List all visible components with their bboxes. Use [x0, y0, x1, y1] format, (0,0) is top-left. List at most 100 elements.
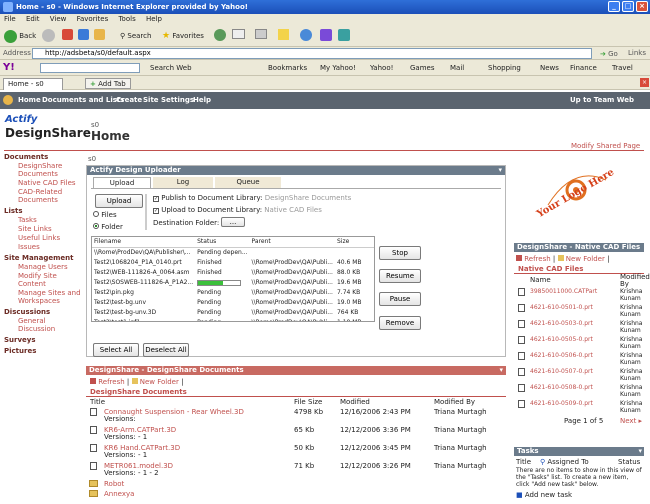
history-icon[interactable]: [214, 29, 226, 41]
yahoo-finance[interactable]: Finance: [570, 60, 597, 76]
radio-folder[interactable]: Folder: [93, 223, 123, 231]
favorites-button[interactable]: ★ Favorites: [162, 29, 204, 43]
back-button[interactable]: Back: [4, 29, 36, 43]
tab-queue[interactable]: Queue: [215, 177, 281, 188]
sidebar-item[interactable]: Manage Users: [4, 263, 82, 271]
file-row[interactable]: Test2\test-bg-unv.3D Pending \\Rome\ProdDe…: [92, 308, 374, 318]
cad-next-link[interactable]: Next ▸: [620, 417, 642, 425]
yahoo-home[interactable]: Yahoo!: [370, 60, 393, 76]
folder-row[interactable]: Robot: [86, 479, 506, 489]
yahoo-my-yahoo[interactable]: My Yahoo!: [320, 60, 356, 76]
sidebar-item[interactable]: CAD-Related Documents: [4, 188, 82, 204]
remove-button[interactable]: Remove: [379, 316, 421, 330]
resume-button[interactable]: Resume: [379, 269, 421, 283]
add-new-task-link[interactable]: ■ Add new task: [516, 491, 572, 499]
cad-file-name[interactable]: 39850011000.CATPart: [530, 288, 597, 295]
nav-documents-lists[interactable]: Documents and Lists: [42, 92, 124, 109]
maximize-button[interactable]: □: [622, 1, 634, 12]
folder-name[interactable]: Annexya: [104, 490, 134, 498]
file-row[interactable]: Test2\pin.pkg Pending \\Rome\ProdDev\QA\Pu…: [92, 288, 374, 298]
forward-arrow-icon[interactable]: [42, 29, 55, 42]
menu-view[interactable]: View: [50, 15, 67, 23]
docs-new-folder-link[interactable]: New Folder: [140, 378, 179, 386]
chevron-down-icon[interactable]: ▾: [499, 366, 503, 375]
sidebar-heading[interactable]: Documents: [4, 153, 82, 161]
deselect-all-button[interactable]: Deselect All: [143, 343, 189, 357]
nav-home[interactable]: Home: [18, 92, 41, 109]
yahoo-mail[interactable]: Mail: [450, 60, 464, 76]
yahoo-news[interactable]: News: [540, 60, 559, 76]
sidebar-item[interactable]: DesignShare Documents: [4, 162, 82, 178]
document-row[interactable]: Connaught Suspension - Rear Wheel.3D Vers…: [86, 407, 506, 424]
radio-files[interactable]: Files: [93, 211, 117, 219]
document-row[interactable]: KR6 Hand.CATPart.3D Versions: - 1 50 Kb 12/…: [86, 443, 506, 460]
yahoo-travel[interactable]: Travel: [612, 60, 633, 76]
cad-file-row[interactable]: 4621-610-0509-0.prt Krishna Kunam: [516, 399, 646, 415]
yahoo-shopping[interactable]: Shopping: [488, 60, 521, 76]
tab-upload[interactable]: Upload: [93, 177, 151, 188]
sidebar-item[interactable]: Manage Sites and Workspaces: [4, 289, 82, 305]
cad-file-row[interactable]: 4621-610-0501-0.prt Krishna Kunam: [516, 303, 646, 319]
research-icon[interactable]: [320, 29, 332, 41]
folder-name[interactable]: Robot: [104, 480, 124, 488]
upload-button[interactable]: Upload: [95, 194, 143, 208]
file-row[interactable]: Test2\SOSWEB-111826-A_P1A2... \\Rome\Prod…: [92, 278, 374, 288]
cad-file-row[interactable]: 4621-610-0506-0.prt Krishna Kunam: [516, 351, 646, 367]
address-input[interactable]: http://adsbeta/s0/default.aspx: [32, 48, 592, 59]
yahoo-search-input[interactable]: [40, 63, 140, 73]
pause-button[interactable]: Pause: [379, 292, 421, 306]
yahoo-search-web-button[interactable]: Search Web: [150, 60, 192, 76]
file-row[interactable]: Test2\1068204_P1A_0140.prt Finished \\Rome…: [92, 258, 374, 268]
menu-tools[interactable]: Tools: [118, 15, 135, 23]
nav-create[interactable]: Create: [116, 92, 142, 109]
tab-log[interactable]: Log: [153, 177, 213, 188]
cad-file-name[interactable]: 4621-610-0509-0.prt: [530, 400, 593, 407]
yahoo-logo-icon[interactable]: Y!: [3, 60, 15, 76]
add-tab-button[interactable]: + Add Tab: [85, 78, 131, 89]
cad-file-name[interactable]: 4621-610-0503-0.prt: [530, 320, 593, 327]
file-row[interactable]: Test2\WEB-111826-A_0064.asm Finished \\Rom…: [92, 268, 374, 278]
tab-home[interactable]: Home - s0: [3, 78, 63, 90]
messenger-icon[interactable]: [300, 29, 312, 41]
select-all-button[interactable]: Select All: [93, 343, 139, 357]
sidebar-item[interactable]: Modify Site Content: [4, 272, 82, 288]
chevron-down-icon[interactable]: ▾: [498, 166, 502, 175]
sidebar-heading[interactable]: Discussions: [4, 308, 82, 316]
modify-shared-page-link[interactable]: Modify Shared Page: [571, 142, 640, 150]
menu-file[interactable]: File: [4, 15, 16, 23]
chevron-down-icon[interactable]: ▾: [638, 447, 642, 456]
sidebar-heading[interactable]: Lists: [4, 207, 82, 215]
document-row[interactable]: METR061.model.3D Versions: - 1 - 2 71 Kb 12…: [86, 461, 506, 478]
cad-file-row[interactable]: 4621-610-0507-0.prt Krishna Kunam: [516, 367, 646, 383]
file-row[interactable]: \\Rome\ProdDev\QA\Publisher\... Pending d…: [92, 248, 374, 259]
sidebar-item[interactable]: Useful Links: [4, 234, 82, 242]
sidebar-heading[interactable]: Surveys: [4, 336, 82, 344]
sidebar-item[interactable]: Issues: [4, 243, 82, 251]
document-row[interactable]: KR6-Arm.CATPart.3D Versions: - 1 65 Kb 12/1…: [86, 425, 506, 442]
folder-row[interactable]: Annexya: [86, 489, 506, 499]
yahoo-games[interactable]: Games: [410, 60, 435, 76]
print-icon[interactable]: [255, 29, 267, 39]
edit-icon[interactable]: [278, 29, 289, 40]
cad-file-name[interactable]: 4621-610-0505-0.prt: [530, 336, 593, 343]
file-row[interactable]: Test2\test-bg.unv Pending \\Rome\ProdDev\Q…: [92, 298, 374, 308]
menu-favorites[interactable]: Favorites: [77, 15, 109, 23]
home-icon[interactable]: [94, 29, 105, 40]
browse-button[interactable]: ...: [221, 217, 245, 227]
links-label[interactable]: Links: [628, 47, 646, 60]
stop-icon[interactable]: [62, 29, 73, 40]
yahoo-bookmarks[interactable]: Bookmarks: [268, 60, 307, 76]
nav-help[interactable]: Help: [193, 92, 211, 109]
cad-file-row[interactable]: 4621-610-0505-0.prt Krishna Kunam: [516, 335, 646, 351]
cad-file-row[interactable]: 4621-610-0503-0.prt Krishna Kunam: [516, 319, 646, 335]
upload-option[interactable]: ✓ Upload to Document Library: Native CAD…: [153, 206, 322, 214]
tools-icon[interactable]: [338, 29, 350, 41]
nav-site-settings[interactable]: Site Settings: [143, 92, 194, 109]
sidebar-item[interactable]: Tasks: [4, 216, 82, 224]
cad-file-row[interactable]: 39850011000.CATPart Krishna Kunam: [516, 287, 646, 303]
refresh-icon[interactable]: [78, 29, 89, 40]
file-row[interactable]: Test2\test1.inf1Pending\\Rome\ProdDev\QA…: [92, 318, 374, 321]
cad-file-name[interactable]: 4621-610-0501-0.prt: [530, 304, 593, 311]
file-list[interactable]: Filename Status Parent Size \\Rome\ProdD…: [91, 236, 375, 322]
close-tab-icon[interactable]: ×: [640, 78, 649, 87]
